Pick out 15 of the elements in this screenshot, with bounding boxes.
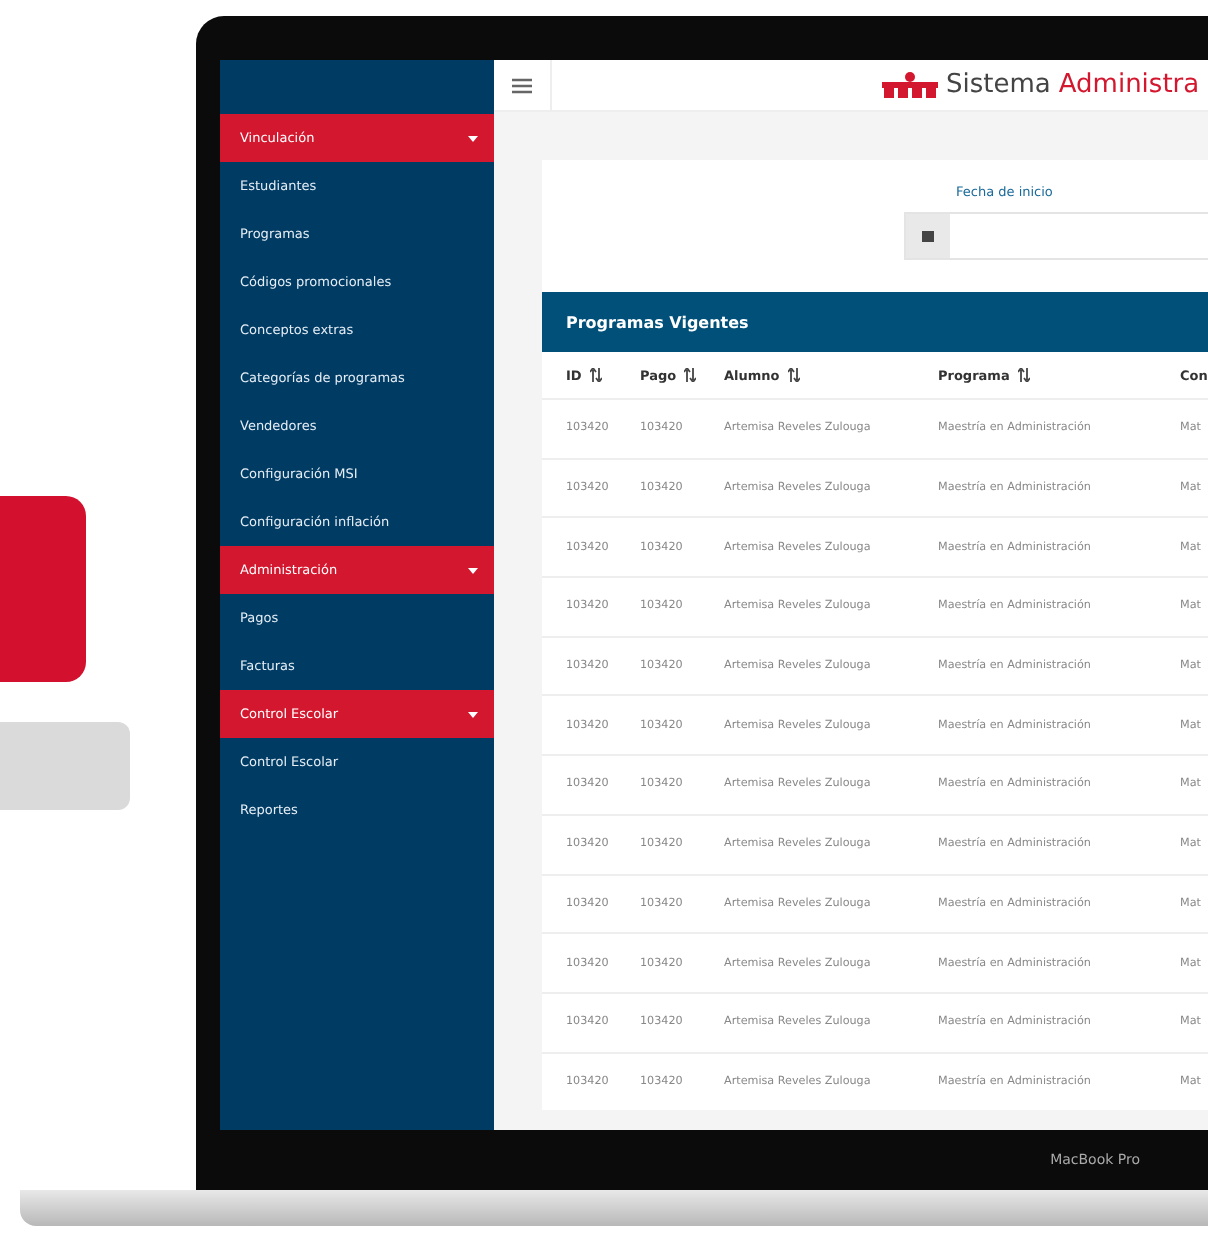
menu-icon (512, 77, 532, 93)
app-title-highlight: Administra (1058, 70, 1200, 100)
calendar-icon (922, 230, 934, 242)
sort-icon[interactable] (684, 368, 697, 382)
logo-icon (882, 72, 938, 98)
app-title: Sistema (946, 70, 1051, 100)
sort-icon[interactable] (1017, 368, 1030, 382)
caret-icon (468, 567, 478, 573)
caret-icon (468, 711, 478, 717)
sort-icon[interactable] (589, 368, 602, 382)
caret-icon (468, 135, 478, 141)
decorative-bar (0, 722, 130, 810)
table-title: Programas Vigentes (566, 313, 749, 331)
date-field[interactable] (904, 212, 1208, 260)
sort-icon[interactable] (787, 368, 800, 382)
